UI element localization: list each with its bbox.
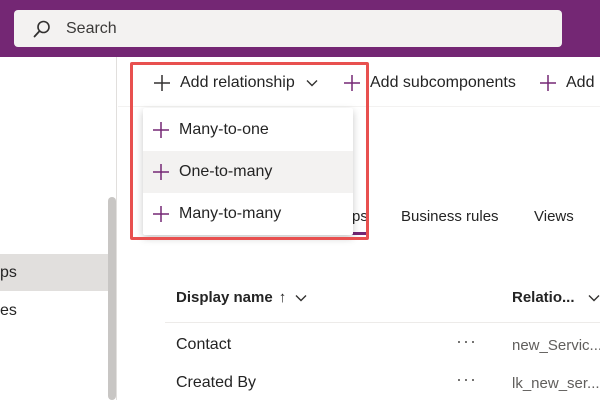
tab-label: Views	[534, 208, 574, 225]
search-placeholder: Search	[66, 20, 117, 37]
more-actions-icon[interactable]: ···	[456, 331, 477, 352]
column-label: Display name	[176, 289, 273, 306]
column-header-display-name[interactable]: Display name ↑	[176, 289, 308, 306]
chevron-down-icon[interactable]	[587, 291, 600, 305]
nav-item-label: ps	[0, 264, 17, 281]
table-cell-relationship[interactable]: lk_new_ser...	[512, 375, 600, 392]
app-header: Search	[0, 0, 600, 57]
left-navigation: ps es	[0, 57, 117, 400]
add-label: Add	[566, 74, 595, 91]
nav-item-label: es	[0, 302, 17, 319]
search-input[interactable]: Search	[14, 10, 562, 47]
table-cell-display-name[interactable]: Created By	[176, 374, 256, 392]
table-cell-display-name[interactable]: Contact	[176, 336, 231, 354]
header-divider	[165, 322, 600, 323]
nav-item-other[interactable]: es	[0, 292, 108, 329]
tab-business-rules[interactable]: Business rules	[401, 208, 499, 225]
add-subcomponents-label: Add subcomponents	[370, 74, 516, 91]
chevron-down-icon[interactable]	[294, 291, 308, 305]
nav-item-relationships[interactable]: ps	[0, 254, 108, 291]
column-label: Relatio...	[512, 289, 575, 306]
highlight-annotation	[130, 62, 369, 240]
more-actions-icon[interactable]: ···	[456, 369, 477, 390]
scrollbar[interactable]	[108, 197, 116, 400]
table-cell-relationship[interactable]: new_Servic...	[512, 337, 600, 354]
search-icon	[33, 20, 50, 38]
tab-views[interactable]: Views	[534, 208, 574, 225]
sort-ascending-icon: ↑	[278, 289, 287, 306]
add-button[interactable]: Add	[538, 70, 594, 96]
column-header-relationship[interactable]: Relatio...	[512, 289, 600, 306]
tab-label: Business rules	[401, 208, 499, 225]
plus-icon	[540, 75, 556, 91]
